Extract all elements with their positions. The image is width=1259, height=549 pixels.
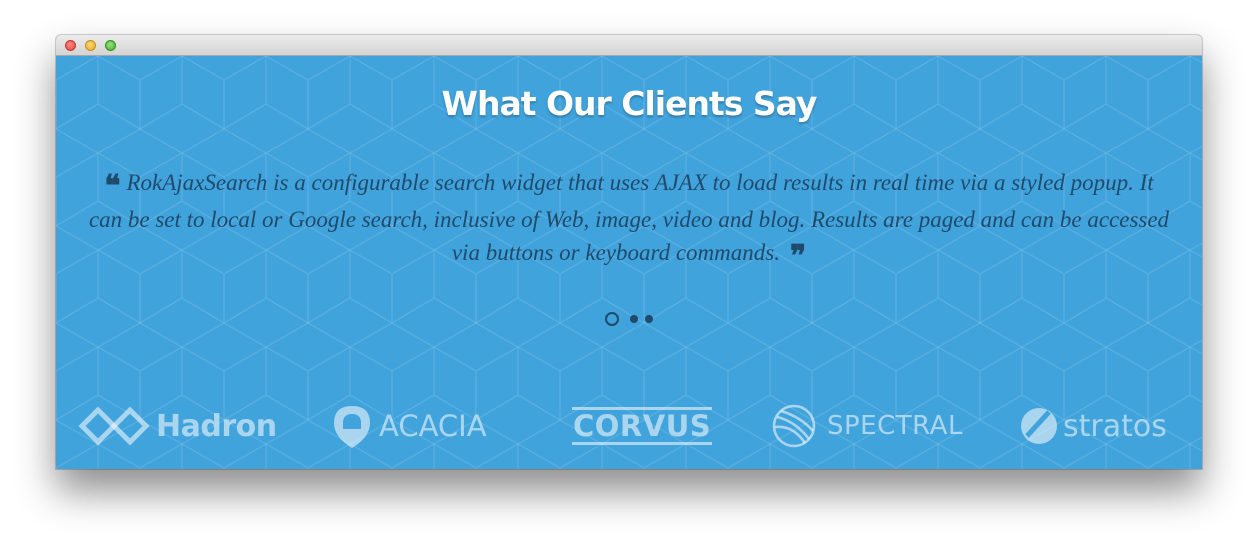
section-title: What Our Clients Say	[441, 84, 818, 123]
window-titlebar	[56, 35, 1202, 56]
client-logo-stratos[interactable]: stratos	[1019, 401, 1167, 451]
testimonial-pagination	[56, 309, 1202, 329]
acacia-shield-icon	[334, 406, 370, 448]
spectral-globe-icon	[772, 404, 816, 448]
pagination-dot-2[interactable]	[630, 315, 638, 323]
close-window-button[interactable]	[65, 40, 76, 51]
testimonial-quote: ❝ RokAjaxSearch is a configurable search …	[86, 166, 1172, 273]
open-quote-icon: ❝	[104, 169, 121, 204]
stratos-circle-icon	[1021, 408, 1057, 444]
browser-window: What Our Clients Say ❝ RokAjaxSearch is a…	[56, 35, 1202, 469]
pagination-dot-1[interactable]	[605, 312, 619, 326]
minimize-window-button[interactable]	[85, 40, 96, 51]
client-logo-hadron[interactable]: Hadron	[78, 401, 277, 451]
client-name: stratos	[1063, 408, 1167, 444]
client-logo-corvus[interactable]: CORVUS	[572, 401, 713, 451]
client-name: CORVUS	[572, 407, 713, 445]
maximize-window-button[interactable]	[105, 40, 116, 51]
client-name: ACACIA	[379, 409, 487, 443]
hadron-diamond-icon	[78, 406, 150, 446]
pagination-dot-3[interactable]	[645, 315, 653, 323]
testimonial-text: RokAjaxSearch is a configurable search w…	[88, 170, 1170, 265]
close-quote-icon: ❞	[789, 239, 807, 274]
client-logo-acacia[interactable]: ACACIA	[331, 401, 487, 451]
client-name: Hadron	[156, 408, 277, 444]
testimonials-section: What Our Clients Say ❝ RokAjaxSearch is a…	[56, 56, 1202, 469]
client-logos: Hadron ACACIA CORVUS SPECTRAL stratos	[56, 401, 1202, 451]
client-logo-spectral[interactable]: SPECTRAL	[771, 401, 963, 451]
client-name: SPECTRAL	[827, 411, 963, 441]
